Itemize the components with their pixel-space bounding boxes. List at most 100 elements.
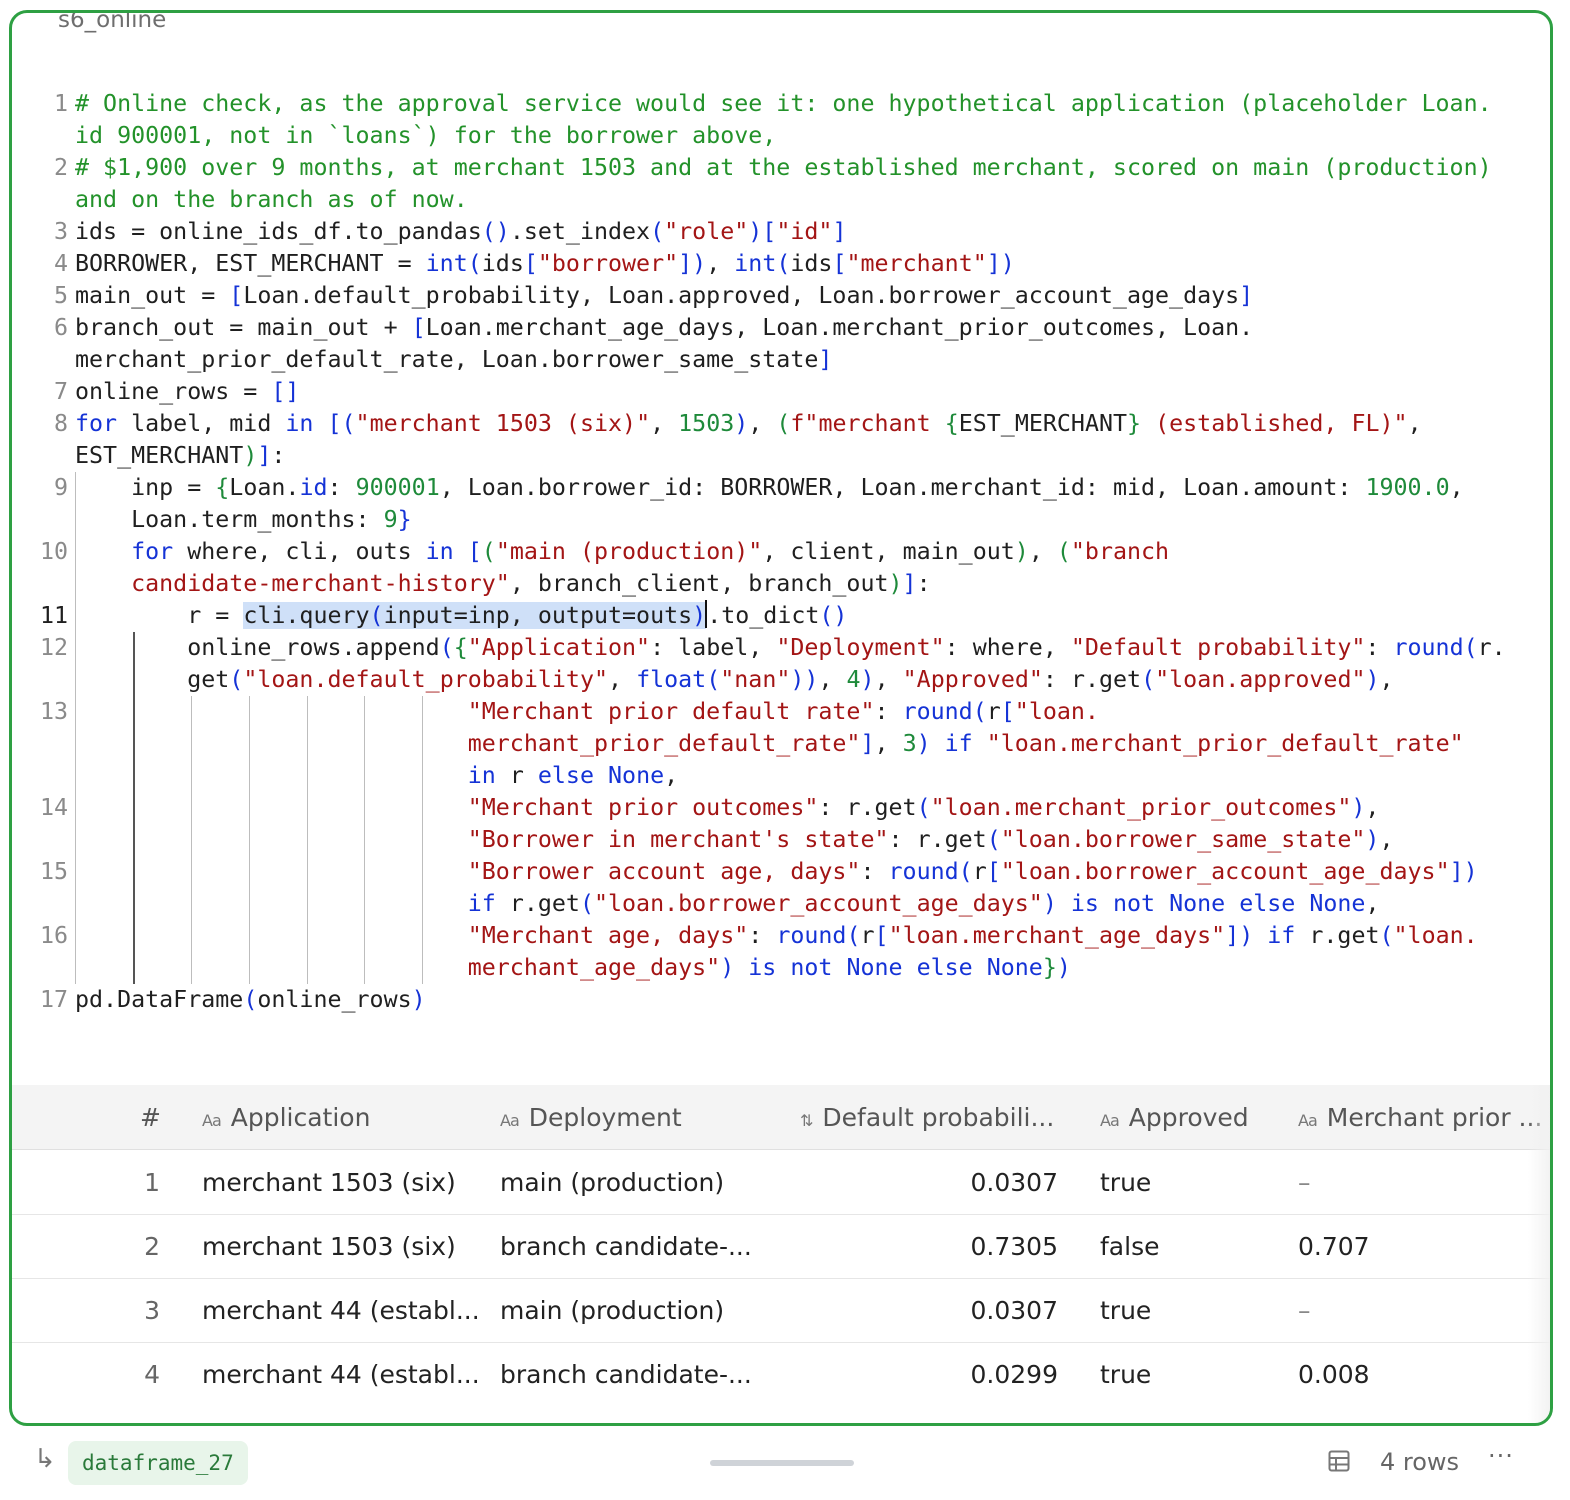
column-header-deployment[interactable]: Aa Deployment — [500, 1085, 682, 1149]
code-token: "Borrower account age, days" — [467, 858, 861, 885]
code-line[interactable]: "Merchant prior outcomes": r.get("loan.m… — [75, 792, 1380, 824]
cell-approved[interactable]: true — [1100, 1342, 1280, 1406]
code-line[interactable]: if r.get("loan.borrower_account_age_days… — [75, 888, 1380, 920]
code-token: ] — [257, 442, 272, 469]
code-cell[interactable]: s6_online 1 # Online check, as the approv… — [9, 10, 1553, 1426]
code-line[interactable]: ids = online_ids_df.to_pandas().set_inde… — [75, 216, 846, 248]
table-row[interactable]: 4 merchant 44 (establ... branch candidat… — [12, 1342, 1550, 1406]
code-line[interactable]: BORROWER, EST_MERCHANT = int(ids["borrow… — [75, 248, 1015, 280]
text-type-icon: Aa — [1100, 1111, 1120, 1130]
code-token: ]) — [1225, 922, 1254, 949]
cell-default-probability[interactable]: 0.0307 — [812, 1278, 1058, 1342]
code-token: "loan.default_probability" — [243, 666, 609, 693]
code-line[interactable]: main_out = [Loan.default_probability, Lo… — [75, 280, 1253, 312]
code-token: EST_MERCHANT — [958, 410, 1128, 437]
code-token: ]) — [678, 250, 707, 277]
cell-default-probability[interactable]: 0.7305 — [812, 1214, 1058, 1278]
code-line[interactable]: "Borrower account age, days": round(r["l… — [75, 856, 1478, 888]
indent-guide — [190, 696, 192, 984]
code-line[interactable]: online_rows.append({"Application": label… — [75, 632, 1506, 664]
cell-application[interactable]: merchant 1503 (six) — [202, 1150, 482, 1214]
code-line[interactable]: merchant_prior_default_rate, Loan.borrow… — [75, 344, 832, 376]
code-token: ) — [860, 666, 875, 693]
code-token: online_rows = — [75, 378, 272, 405]
code-token: (established, FL)" — [1141, 410, 1408, 437]
code-line[interactable]: branch_out = main_out + [Loan.merchant_a… — [75, 312, 1253, 344]
cell-approved[interactable]: false — [1100, 1214, 1280, 1278]
code-token: r — [972, 858, 987, 885]
code-token: id 900001, not in `loans`) for the borro… — [75, 122, 777, 149]
code-token: , — [706, 250, 735, 277]
dataframe-table: # Aa Application Aa Deployment ⇅ Default pr… — [12, 1085, 1550, 1423]
line-number: 1 — [53, 90, 68, 117]
code-token: [ — [874, 922, 889, 949]
code-token: ( — [369, 602, 384, 629]
code-line[interactable]: "Merchant age, days": round(r["loan.merc… — [75, 920, 1478, 952]
cell-merchant-prior[interactable]: 0.707 — [1298, 1214, 1518, 1278]
column-header-application[interactable]: Aa Application — [202, 1085, 370, 1149]
code-line[interactable]: for where, cli, outs in [("main (product… — [75, 536, 1169, 568]
cell-deployment[interactable]: main (production) — [500, 1150, 780, 1214]
code-line[interactable]: # $1,900 over 9 months, at merchant 1503… — [75, 152, 1492, 184]
code-token: [ — [1000, 698, 1015, 725]
code-token: round — [888, 858, 959, 885]
column-header-approved[interactable]: Aa Approved — [1100, 1085, 1249, 1149]
cell-title[interactable]: s6_online — [48, 13, 177, 33]
code-line[interactable]: candidate-merchant-history", branch_clie… — [75, 568, 931, 600]
code-line[interactable]: EST_MERCHANT)]: — [75, 440, 285, 472]
cell-deployment[interactable]: branch candidate-... — [500, 1342, 780, 1406]
row-index: 3 — [144, 1296, 160, 1325]
horizontal-scrollbar[interactable] — [710, 1460, 854, 1466]
cell-application[interactable]: merchant 44 (establ... — [202, 1342, 482, 1406]
code-token: else — [537, 762, 594, 789]
code-line[interactable]: inp = {Loan.id: 900001, Loan.borrower_id… — [75, 472, 1464, 504]
cell-deployment[interactable]: branch candidate-... — [500, 1214, 780, 1278]
code-token: , — [818, 666, 847, 693]
dataframe-name-chip[interactable]: dataframe_27 — [68, 1441, 248, 1485]
code-line[interactable]: Loan.term_months: 9} — [75, 504, 412, 536]
table-row[interactable]: 1 merchant 1503 (six) main (production) … — [12, 1150, 1550, 1215]
code-line[interactable]: and on the branch as of now. — [75, 184, 468, 216]
code-token: where, cli, outs — [173, 538, 426, 565]
code-line[interactable]: in r else None, — [75, 760, 678, 792]
code-line[interactable]: for label, mid in [("merchant 1503 (six)… — [75, 408, 1422, 440]
code-line[interactable]: merchant_prior_default_rate"], 3) if "lo… — [75, 728, 1464, 760]
cell-approved[interactable]: true — [1100, 1278, 1280, 1342]
code-token: [ — [832, 250, 847, 277]
table-row[interactable]: 3 merchant 44 (establ... main (productio… — [12, 1278, 1550, 1343]
code-line[interactable]: pd.DataFrame(online_rows) — [75, 984, 426, 1016]
table-grid-icon[interactable] — [1328, 1450, 1350, 1472]
code-line[interactable]: online_rows = [] — [75, 376, 299, 408]
cell-merchant-prior[interactable]: – — [1298, 1150, 1518, 1214]
code-line[interactable]: id 900001, not in `loans`) for the borro… — [75, 120, 776, 152]
column-header-default-probability[interactable]: ⇅ Default probabili... — [800, 1085, 1054, 1149]
cell-deployment[interactable]: main (production) — [500, 1278, 780, 1342]
cell-merchant-prior[interactable]: 0.008 — [1298, 1342, 1518, 1406]
code-token: : — [874, 698, 903, 725]
code-line[interactable]: "Borrower in merchant's state": r.get("l… — [75, 824, 1394, 856]
cell-application[interactable]: merchant 44 (establ... — [202, 1278, 482, 1342]
table-row[interactable]: 2 merchant 1503 (six) branch candidate-.… — [12, 1214, 1550, 1279]
code-token: : r.get — [888, 826, 987, 853]
code-token: online_rows — [257, 986, 412, 1013]
code-line[interactable]: get("loan.default_probability", float("n… — [75, 664, 1393, 696]
code-line[interactable]: merchant_age_days") is not None else Non… — [75, 952, 1071, 984]
line-number: 3 — [53, 218, 68, 245]
code-line[interactable]: "Merchant prior default rate": round(r["… — [75, 696, 1099, 728]
more-options-icon[interactable]: ··· — [1488, 1442, 1514, 1470]
code-token: r. — [1477, 634, 1506, 661]
column-header-merchant-prior[interactable]: Aa Merchant prior ... — [1298, 1085, 1542, 1149]
code-line[interactable]: # Online check, as the approval service … — [75, 88, 1492, 120]
cell-default-probability[interactable]: 0.0299 — [812, 1342, 1058, 1406]
cell-default-probability[interactable]: 0.0307 — [812, 1150, 1058, 1214]
line-number: 4 — [53, 250, 68, 277]
code-token: ] — [902, 570, 917, 597]
index-header: # — [140, 1103, 161, 1132]
cell-approved[interactable]: true — [1100, 1150, 1280, 1214]
cell-application[interactable]: merchant 1503 (six) — [202, 1214, 482, 1278]
code-token: "branch — [1070, 538, 1170, 565]
code-line[interactable]: r = cli.query(input=inp, output=outs).to… — [75, 600, 847, 632]
cell-merchant-prior[interactable]: – — [1298, 1278, 1518, 1342]
